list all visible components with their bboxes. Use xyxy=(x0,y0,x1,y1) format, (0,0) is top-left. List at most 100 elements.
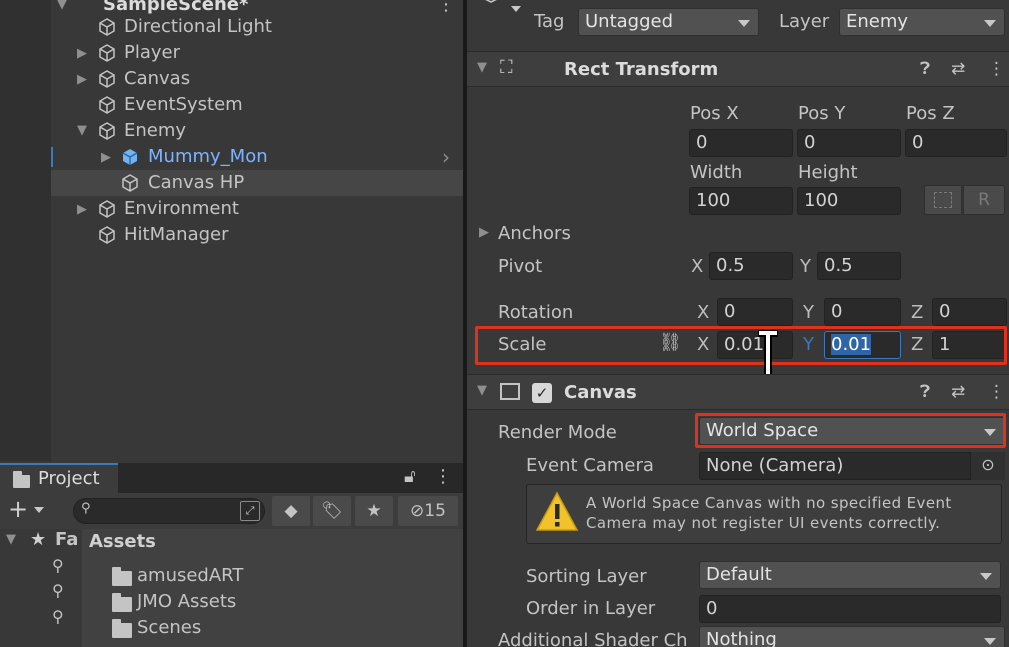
pivot-x-field[interactable]: 0.5 xyxy=(709,252,793,280)
chevron-down-icon[interactable] xyxy=(511,6,521,12)
raw-edit-button[interactable]: R xyxy=(963,185,1005,215)
hierarchy-item-canvas-hp[interactable]: Canvas HP xyxy=(51,170,463,196)
gameobject-cube-icon xyxy=(99,70,115,88)
help-icon[interactable]: ❓︎ xyxy=(920,59,930,79)
hierarchy-item-mummy-mon[interactable]: ▶ Mummy_Mon › xyxy=(51,144,463,170)
anchors-label[interactable]: Anchors xyxy=(498,223,571,244)
more-options-icon[interactable]: ⋮ xyxy=(434,466,452,487)
assets-pane: Assets amusedART JMO Assets Scenes xyxy=(82,529,463,647)
hierarchy-item-label: Canvas xyxy=(124,68,191,89)
hierarchy-item-label: Canvas HP xyxy=(148,172,245,193)
collapse-arrow-icon[interactable]: ▼ xyxy=(77,118,87,144)
field-value: 0 xyxy=(724,301,736,322)
enabled-checkbox[interactable]: ✓ xyxy=(532,383,552,403)
component-title: Canvas xyxy=(564,382,637,403)
hierarchy-item-enemy[interactable]: ▼ Enemy xyxy=(51,118,463,144)
folder-item[interactable]: Scenes xyxy=(82,617,463,643)
project-tab-bar: Project 🔓︎ ⋮ xyxy=(0,463,463,493)
hierarchy-item-environment[interactable]: ▶ Environment xyxy=(51,196,463,222)
create-plus-icon[interactable]: + xyxy=(8,495,28,523)
collapse-arrow-icon[interactable]: ▼ xyxy=(477,60,487,75)
pos-x-field[interactable]: 0 xyxy=(689,129,793,157)
field-value: 0.5 xyxy=(824,255,853,276)
height-label: Height xyxy=(798,162,858,183)
field-value: 0.5 xyxy=(716,255,745,276)
hierarchy-item-label: EventSystem xyxy=(124,94,243,115)
gameobject-cube-icon xyxy=(122,174,138,192)
assets-breadcrumb[interactable]: Assets xyxy=(89,531,156,552)
presets-icon[interactable]: ⇄ xyxy=(951,382,965,402)
hidden-packages-button[interactable]: ⊘15 xyxy=(398,496,458,526)
filter-by-type-button[interactable]: ◆ xyxy=(272,496,310,526)
hierarchy-item-hitmanager[interactable]: HitManager xyxy=(51,222,463,248)
additional-shader-dropdown[interactable]: Nothing xyxy=(699,626,1005,647)
hierarchy-item-label: Environment xyxy=(124,198,239,219)
rotation-y-field[interactable]: 0 xyxy=(824,298,901,326)
tab-project[interactable]: Project xyxy=(0,463,118,493)
collapse-arrow-icon[interactable]: ▼ xyxy=(477,383,487,398)
gameobject-cube-icon xyxy=(99,122,115,140)
search-icon[interactable]: ⚲ xyxy=(52,607,64,626)
expand-arrow-icon[interactable]: ▶ xyxy=(77,41,87,67)
folder-icon xyxy=(13,471,30,488)
expand-arrow-icon[interactable]: ▶ xyxy=(101,145,111,171)
hidden-count: 15 xyxy=(424,501,446,521)
rect-transform-header[interactable]: ▼ ⛶ Rect Transform ❓︎ ⇄ ⋮ xyxy=(467,51,1009,87)
order-in-layer-field[interactable]: 0 xyxy=(699,595,1001,623)
blueprint-mode-button[interactable] xyxy=(924,185,962,215)
tag-dropdown[interactable]: Untagged xyxy=(578,8,759,36)
pos-z-field[interactable]: 0 xyxy=(905,129,1007,157)
pivot-label: Pivot xyxy=(498,256,543,277)
layer-dropdown[interactable]: Enemy xyxy=(839,8,1005,36)
hierarchy-item-player[interactable]: ▶ Player xyxy=(51,40,463,66)
chevron-down-icon xyxy=(984,20,996,27)
rotation-z-field[interactable]: 0 xyxy=(932,298,1007,326)
folder-item[interactable]: amusedART xyxy=(82,565,463,591)
expand-arrow-icon[interactable]: ▶ xyxy=(479,225,489,240)
height-field[interactable]: 100 xyxy=(797,187,901,215)
hierarchy-item-label: HitManager xyxy=(124,224,229,245)
scale-highlight-box xyxy=(475,326,1007,365)
additional-shader-label: Additional Shader Ch xyxy=(498,630,688,647)
field-value: 0 xyxy=(939,301,951,322)
hierarchy-item-directional-light[interactable]: Directional Light xyxy=(51,14,463,40)
order-in-layer-label: Order in Layer xyxy=(526,598,656,619)
hierarchy-item-canvas[interactable]: ▶ Canvas xyxy=(51,66,463,92)
chevron-right-icon[interactable]: › xyxy=(442,144,450,170)
event-camera-field[interactable]: None (Camera) ⊙ xyxy=(699,452,1005,480)
pos-y-field[interactable]: 0 xyxy=(797,129,901,157)
chevron-down-icon[interactable] xyxy=(34,507,44,513)
width-field[interactable]: 100 xyxy=(689,187,793,215)
more-options-icon[interactable]: ⋮ xyxy=(988,382,1005,402)
warning-text-line2: Camera may not register UI events correc… xyxy=(586,514,941,532)
favorites-button[interactable]: ★ xyxy=(355,496,393,526)
tag-label: Tag xyxy=(534,11,565,32)
expand-arrow-icon[interactable]: ▶ xyxy=(77,67,87,93)
canvas-header[interactable]: ▼ ✓ Canvas ❓︎ ⇄ ⋮ xyxy=(467,374,1009,410)
sorting-layer-value: Default xyxy=(706,564,772,585)
lock-icon[interactable]: 🔓︎ xyxy=(404,466,416,487)
hierarchy-panel: ▼ SampleScene* ⋮ Directional Light ▶ Pla… xyxy=(0,0,463,461)
collapse-arrow-icon[interactable]: ▼ xyxy=(6,532,16,547)
hierarchy-item-eventsystem[interactable]: EventSystem xyxy=(51,92,463,118)
hierarchy-item-label: Player xyxy=(124,42,181,63)
more-options-icon[interactable]: ⋮ xyxy=(988,59,1005,79)
expand-arrow-icon[interactable]: ▶ xyxy=(77,197,87,223)
filter-by-label-button[interactable]: 🏷︎ xyxy=(313,496,351,526)
folder-item[interactable]: JMO Assets xyxy=(82,591,463,617)
search-mode-icon[interactable]: ⤢ xyxy=(240,501,260,521)
layer-label: Layer xyxy=(779,11,830,32)
folder-icon xyxy=(112,619,132,638)
sorting-layer-dropdown[interactable]: Default xyxy=(699,561,1001,589)
object-picker-icon[interactable]: ⊙ xyxy=(970,452,1005,480)
tag-icon: 🏷︎ xyxy=(321,501,343,521)
pivot-y-field[interactable]: 0.5 xyxy=(817,252,901,280)
search-icon[interactable]: ⚲ xyxy=(52,581,64,600)
render-mode-highlight-box xyxy=(695,413,1006,448)
search-input[interactable]: ⚲ ⤢ xyxy=(73,498,265,524)
presets-icon[interactable]: ⇄ xyxy=(951,59,965,79)
search-icon[interactable]: ⚲ xyxy=(52,556,64,575)
rotation-x-field[interactable]: 0 xyxy=(717,298,793,326)
favorites-label[interactable]: Fa xyxy=(55,529,78,550)
help-icon[interactable]: ❓︎ xyxy=(920,382,930,402)
